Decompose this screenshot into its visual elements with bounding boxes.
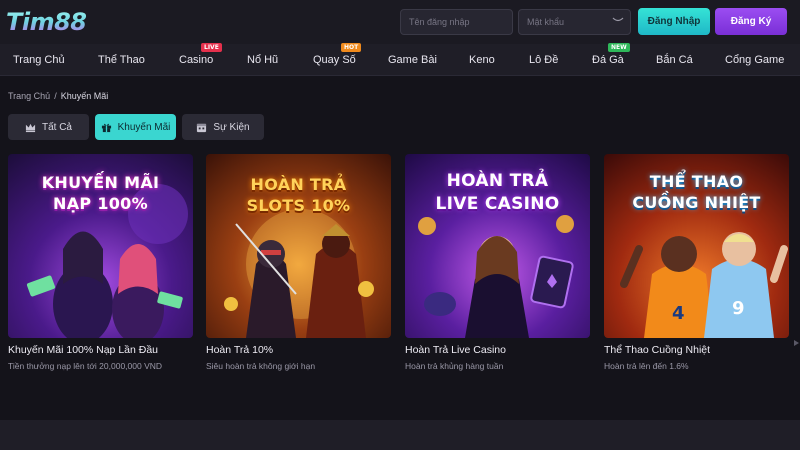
promo-title: Hoàn Trả Live Casino bbox=[405, 344, 506, 356]
promo-card-sports[interactable]: 4 9 THỂ THAO CUỒNG NHIỆT Thể Thao Cuồng … bbox=[604, 154, 789, 371]
nav-item-keno[interactable]: Keno bbox=[469, 44, 495, 76]
banner-line2: CUỒNG NHIỆT bbox=[632, 193, 761, 212]
nav-item-casino[interactable]: Casino LIVE bbox=[179, 43, 222, 76]
eye-closed-icon[interactable] bbox=[612, 15, 624, 25]
promo-banner-image: HOÀN TRẢ SLOTS 10% bbox=[206, 154, 391, 338]
promo-subtitle: Hoàn trả lên đến 1.6% bbox=[604, 361, 689, 371]
filter-all-button[interactable]: Tất Cả bbox=[8, 114, 89, 140]
register-button[interactable]: Đăng Ký bbox=[715, 8, 787, 35]
crown-icon bbox=[25, 123, 36, 132]
top-header: Tim88 Đăng Nhập Đăng Ký bbox=[0, 0, 800, 44]
promo-card-first-deposit[interactable]: KHUYẾN MÃI NẠP 100% Khuyến Mãi 100% Nạp … bbox=[8, 154, 193, 371]
filter-promo-button[interactable]: Khuyến Mãi bbox=[95, 114, 176, 140]
breadcrumb-home[interactable]: Trang Chủ bbox=[8, 91, 50, 101]
promo-banner-image: KHUYẾN MÃI NẠP 100% bbox=[8, 154, 193, 338]
banner-line2: NẠP 100% bbox=[53, 194, 148, 213]
banner-line1: KHUYẾN MÃI bbox=[41, 173, 160, 192]
banner-line2: SLOTS 10% bbox=[246, 196, 351, 215]
calendar-icon bbox=[197, 123, 207, 132]
filter-all-label: Tất Cả bbox=[41, 121, 72, 133]
nav-label: Quay Số bbox=[313, 54, 356, 66]
logo-text: Tim88 bbox=[6, 8, 87, 36]
banner-line2: LIVE CASINO bbox=[435, 194, 560, 214]
nav-item-sports[interactable]: Thể Thao bbox=[98, 44, 145, 76]
filter-promo-label: Khuyến Mãi bbox=[117, 121, 171, 133]
nav-label: Keno bbox=[469, 54, 495, 66]
promo-banner-image: 4 9 THỂ THAO CUỒNG NHIỆT bbox=[604, 154, 789, 338]
promo-card-live-casino-rebate[interactable]: HOÀN TRẢ LIVE CASINO Hoàn Trả Live Casin… bbox=[405, 154, 590, 371]
banner-line1: THỂ THAO bbox=[649, 172, 744, 191]
new-badge: NEW bbox=[608, 43, 630, 52]
filter-event-label: Sự Kiện bbox=[213, 121, 250, 133]
filter-event-button[interactable]: Sự Kiện bbox=[182, 114, 264, 140]
nav-item-home[interactable]: Trang Chủ bbox=[13, 44, 65, 76]
nav-label: Cổng Game bbox=[725, 54, 785, 66]
promo-title: Khuyến Mãi 100% Nạp Lần Đầu bbox=[8, 344, 159, 356]
breadcrumb-separator: / bbox=[54, 91, 57, 101]
login-button[interactable]: Đăng Nhập bbox=[638, 8, 710, 35]
hot-badge: HOT bbox=[341, 43, 362, 52]
banner-line1: HOÀN TRẢ bbox=[446, 171, 549, 191]
nav-item-jackpot[interactable]: Nổ Hũ bbox=[247, 44, 278, 76]
main-nav: Trang Chủ Thể Thao Casino LIVE Nổ Hũ Qua… bbox=[0, 43, 800, 76]
gift-icon bbox=[101, 123, 111, 132]
svg-text:4: 4 bbox=[672, 303, 685, 324]
breadcrumb: Trang Chủ / Khuyến Mãi bbox=[8, 91, 108, 101]
banner-line1: HOÀN TRẢ bbox=[250, 175, 347, 194]
promo-title: Thể Thao Cuồng Nhiệt bbox=[604, 344, 711, 356]
promo-subtitle: Siêu hoàn trả không giới hạn bbox=[206, 361, 316, 371]
username-input[interactable] bbox=[400, 9, 513, 35]
nav-item-lottery[interactable]: Quay Số HOT bbox=[313, 43, 362, 76]
nav-item-fishing[interactable]: Bắn Cá bbox=[656, 44, 693, 76]
nav-label: Thể Thao bbox=[98, 54, 145, 66]
nav-label: Nổ Hũ bbox=[247, 54, 279, 66]
promo-title: Hoàn Trả 10% bbox=[206, 344, 274, 356]
footer-bar bbox=[0, 420, 800, 450]
logo[interactable]: Tim88 bbox=[6, 6, 90, 38]
live-badge: LIVE bbox=[201, 43, 222, 52]
nav-label: Bắn Cá bbox=[656, 54, 693, 66]
nav-label: Trang Chủ bbox=[13, 54, 65, 66]
nav-label: Đá Gà bbox=[592, 54, 624, 66]
svg-text:9: 9 bbox=[732, 298, 745, 319]
promo-banner-image: HOÀN TRẢ LIVE CASINO bbox=[405, 154, 590, 338]
nav-label: Game Bài bbox=[388, 54, 437, 66]
promo-card-slots-rebate[interactable]: HOÀN TRẢ SLOTS 10% Hoàn Trả 10% Siêu hoà… bbox=[206, 154, 391, 371]
breadcrumb-current: Khuyến Mãi bbox=[60, 91, 109, 101]
nav-item-game-portal[interactable]: Cổng Game bbox=[725, 44, 784, 76]
promo-subtitle: Tiền thưởng nạp lên tới 20,000,000 VND bbox=[8, 361, 163, 371]
nav-item-card-games[interactable]: Game Bài bbox=[388, 44, 437, 76]
nav-label: Lô Đề bbox=[529, 54, 559, 66]
nav-item-cockfight[interactable]: Đá Gà NEW bbox=[592, 43, 630, 76]
nav-label: Casino bbox=[179, 54, 214, 66]
carousel-next-icon[interactable] bbox=[793, 340, 800, 346]
promo-subtitle: Hoàn trả khủng hàng tuần bbox=[405, 361, 504, 371]
nav-item-lode[interactable]: Lô Đề bbox=[529, 44, 558, 76]
